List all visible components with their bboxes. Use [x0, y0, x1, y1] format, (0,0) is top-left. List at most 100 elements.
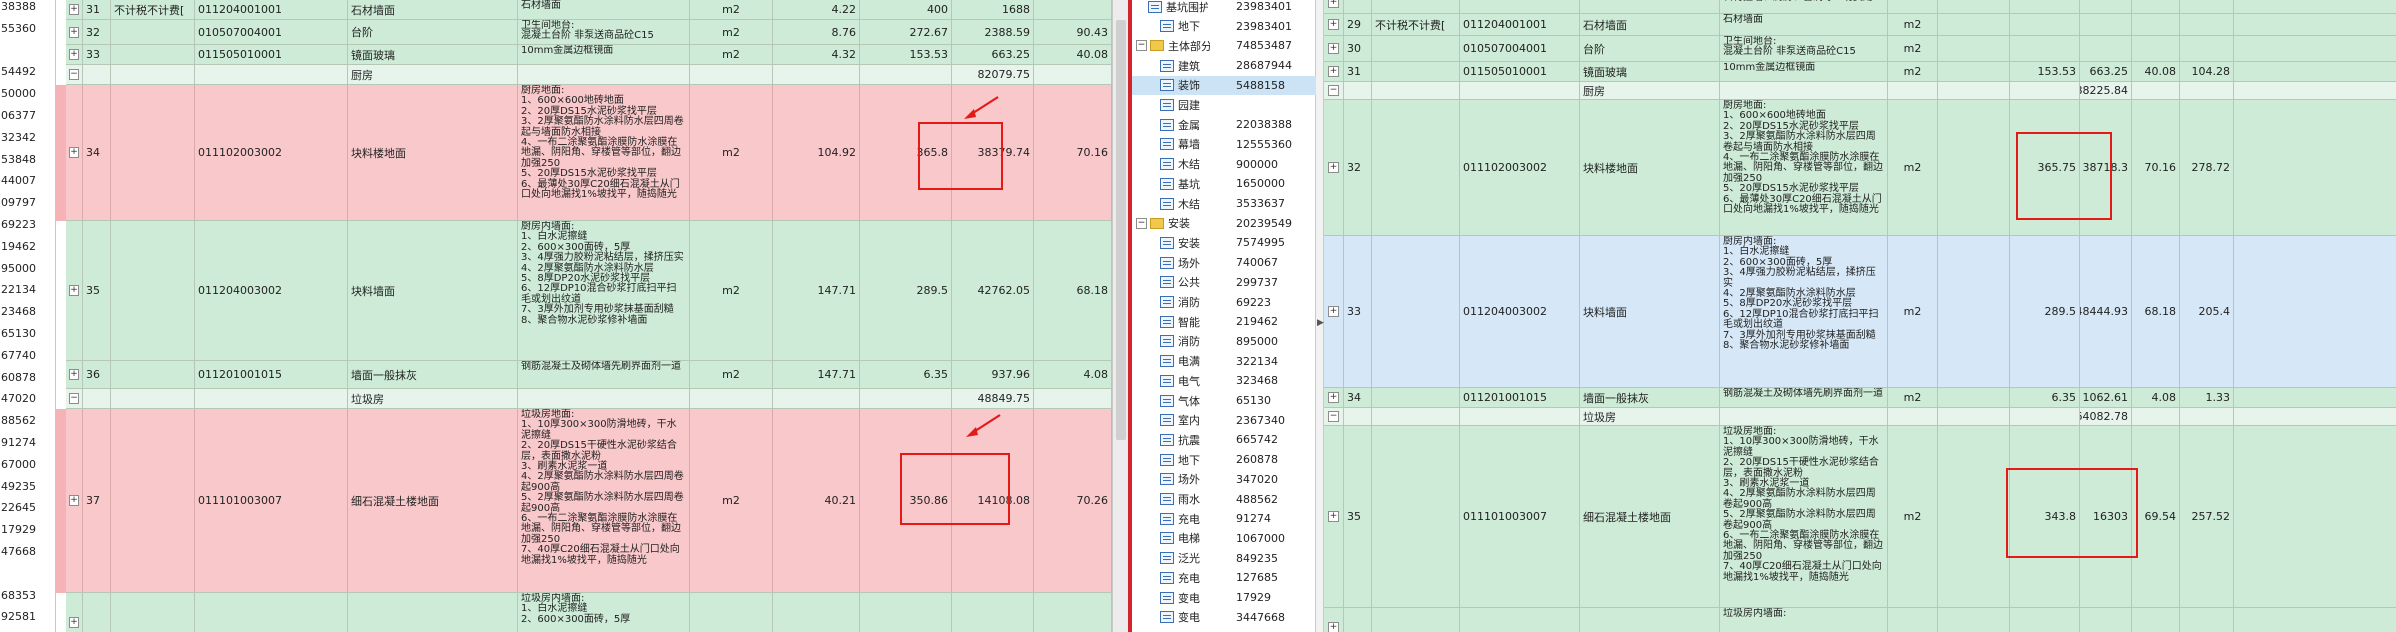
collapse-arrow-icon[interactable]: ▶ [1317, 318, 1324, 328]
table-row[interactable]: +32 011102003002 块料楼地面 厨房地面: 1、600×600地砖地面 … [1324, 100, 2396, 236]
table-row[interactable]: +32 010507004001 台阶 卫生间地台: 混凝土台阶 非泵送商品砼C15 m… [66, 20, 1112, 45]
expand-cell[interactable]: + [1324, 426, 1344, 607]
section-row[interactable]: − 垃圾房 64082.78 [1324, 408, 2396, 426]
tree-node[interactable]: 金属 22038388 [1132, 115, 1316, 134]
expand-cell[interactable]: − [66, 65, 83, 84]
tree-node[interactable]: 电梯 1067000 [1132, 529, 1316, 548]
tree-node[interactable]: 变电 3447668 [1132, 608, 1316, 627]
tree-node[interactable]: 装饰 5488158 [1132, 75, 1316, 95]
expand-cell[interactable]: + [1324, 0, 1344, 13]
expand-icon[interactable]: + [1328, 0, 1339, 8]
section-row[interactable]: − 厨房 88225.84 [1324, 82, 2396, 100]
tree-node[interactable]: 木结 900000 [1132, 155, 1316, 174]
tree-node[interactable]: 基坑 1650000 [1132, 174, 1316, 193]
tree-node[interactable]: 充电 91274 [1132, 509, 1316, 528]
expand-icon[interactable]: + [1328, 622, 1339, 632]
expand-cell[interactable]: + [66, 221, 83, 360]
expand-cell[interactable]: + [1324, 14, 1344, 35]
expand-cell[interactable]: − [1324, 82, 1344, 99]
expand-icon[interactable]: + [1328, 66, 1339, 77]
tree-collapse-icon[interactable]: − [1136, 217, 1147, 229]
tree-node[interactable]: 地下 260878 [1132, 450, 1316, 469]
tree-node[interactable]: 基坑围护 23983401 [1132, 0, 1316, 16]
tree-node[interactable]: 电气 323468 [1132, 371, 1316, 390]
table-row[interactable]: +34 011201001015 墙面一般抹灰 钢筋混凝土及砌体墙先刷界面剂一道 m2 6… [1324, 388, 2396, 408]
expand-cell[interactable]: + [1324, 100, 1344, 235]
expand-cell[interactable]: + [66, 0, 83, 19]
table-row[interactable]: +34 011102003002 块料楼地面 厨房地面: 1、600×600地砖地面 … [66, 85, 1112, 221]
expand-cell[interactable]: + [1324, 62, 1344, 81]
tree-node[interactable]: 抗震 665742 [1132, 430, 1316, 449]
expand-cell[interactable]: + [66, 593, 83, 632]
tree-node[interactable]: 安装 7574995 [1132, 233, 1316, 252]
tree-node[interactable]: 充电 127685 [1132, 568, 1316, 587]
tree-node[interactable]: 室内 2367340 [1132, 411, 1316, 430]
table-row[interactable]: + 垃圾房内墙面: 1、白水泥擦缝 2、600×300面砖，5厚 [66, 593, 1112, 632]
expand-icon[interactable]: + [1328, 306, 1339, 317]
table-row[interactable]: +33 011204003002 块料墙面 厨房内墙面: 1、白水泥擦缝 2、600×… [1324, 236, 2396, 388]
tree-collapse-icon[interactable]: − [1136, 40, 1147, 52]
tree-node[interactable]: 消防 69223 [1132, 293, 1316, 312]
table-row[interactable]: +36 011201001015 墙面一般抹灰 钢筋混凝土及砌体墙先刷界面剂一道 m2 1… [66, 361, 1112, 389]
left-vertical-scrollbar[interactable] [1112, 0, 1128, 632]
table-row[interactable]: +37 011101003007 细石混凝土楼地面 垃圾房地面: 1、10厚300×3… [66, 409, 1112, 593]
expand-cell[interactable]: + [1324, 388, 1344, 407]
tree-node[interactable]: 公共 299737 [1132, 273, 1316, 292]
expand-cell[interactable]: + [66, 45, 83, 64]
collapse-icon[interactable]: − [1328, 85, 1339, 96]
expand-icon[interactable]: + [69, 49, 79, 60]
expand-cell[interactable]: + [66, 20, 83, 44]
tree-node[interactable]: 木结 3533637 [1132, 194, 1316, 213]
expand-icon[interactable]: + [1328, 43, 1339, 54]
section-row[interactable]: − 厨房 82079.75 [66, 65, 1112, 85]
expand-icon[interactable]: + [1328, 392, 1339, 403]
tree-node[interactable]: 电满 322134 [1132, 352, 1316, 371]
tree-node[interactable]: 园建 [1132, 96, 1316, 115]
expand-icon[interactable]: + [1328, 511, 1339, 522]
expand-icon[interactable]: + [69, 495, 79, 506]
table-row[interactable]: +33 011505010001 镜面玻璃 10mm金属边框镜面 m2 4.32 153.5… [66, 45, 1112, 65]
expand-icon[interactable]: + [69, 369, 79, 380]
expand-cell[interactable]: + [66, 409, 83, 592]
collapse-icon[interactable]: − [69, 69, 79, 80]
tree-node[interactable]: − 主体部分 74853487 [1132, 36, 1316, 55]
expand-cell[interactable]: + [1324, 236, 1344, 387]
tree-node[interactable]: 场外 347020 [1132, 470, 1316, 489]
table-row[interactable]: +31 不计税不计费[011204001001 石材墙面 石材墙面 m2 4.22 400 1… [66, 0, 1112, 20]
tree-node[interactable]: − 安装 20239549 [1132, 214, 1316, 233]
tree-splitter[interactable]: ▶ [1316, 0, 1324, 632]
tree-node[interactable]: 场外 740067 [1132, 253, 1316, 272]
expand-cell[interactable]: + [66, 85, 83, 220]
tree-node[interactable]: 气体 65130 [1132, 391, 1316, 410]
collapse-icon[interactable]: − [1328, 411, 1339, 422]
expand-cell[interactable]: − [1324, 408, 1344, 425]
table-row[interactable]: +30 010507004001 台阶 卫生间地台: 混凝土台阶 非泵送商品砼C15 m… [1324, 36, 2396, 62]
section-row[interactable]: − 垃圾房 48849.75 [66, 389, 1112, 409]
table-row[interactable]: +31 011505010001 镜面玻璃 10mm金属边框镜面 m2 153.53 663… [1324, 62, 2396, 82]
expand-cell[interactable]: + [66, 361, 83, 388]
tree-node[interactable]: 消防 895000 [1132, 332, 1316, 351]
table-row[interactable]: +29 不计税不计费[011204001001 石材墙面 石材墙面 m2 [1324, 14, 2396, 36]
expand-icon[interactable]: + [69, 617, 79, 628]
tree-node[interactable]: 雨水 488562 [1132, 490, 1316, 509]
expand-icon[interactable]: + [1328, 162, 1339, 173]
expand-icon[interactable]: + [69, 4, 79, 15]
expand-cell[interactable]: − [66, 389, 83, 408]
expand-cell[interactable]: + [1324, 608, 1344, 632]
expand-icon[interactable]: + [69, 147, 79, 158]
table-row[interactable]: +35 011101003007 细石混凝土楼地面 垃圾房地面: 1、10厚300×3… [1324, 426, 2396, 608]
collapse-icon[interactable]: − [69, 393, 79, 404]
expand-icon[interactable]: + [69, 26, 79, 38]
left-scrollbar-thumb[interactable] [1116, 20, 1126, 440]
tree-node[interactable]: 幕墙 12555360 [1132, 135, 1316, 154]
expand-icon[interactable]: + [1328, 19, 1339, 30]
table-row[interactable]: + 石材挂墙、厨房、留洞等一切费用 [1324, 0, 2396, 14]
tree-node[interactable]: 建筑 28687944 [1132, 56, 1316, 75]
tree-node[interactable]: 地下 23983401 [1132, 17, 1316, 36]
expand-cell[interactable]: + [1324, 36, 1344, 61]
table-row[interactable]: + 垃圾房内墙面: [1324, 608, 2396, 632]
tree-node[interactable]: 变电 17929 [1132, 588, 1316, 607]
tree-node[interactable]: 泛光 849235 [1132, 549, 1316, 568]
tree-node[interactable]: 智能 219462 [1132, 312, 1316, 331]
expand-icon[interactable]: + [69, 285, 79, 296]
